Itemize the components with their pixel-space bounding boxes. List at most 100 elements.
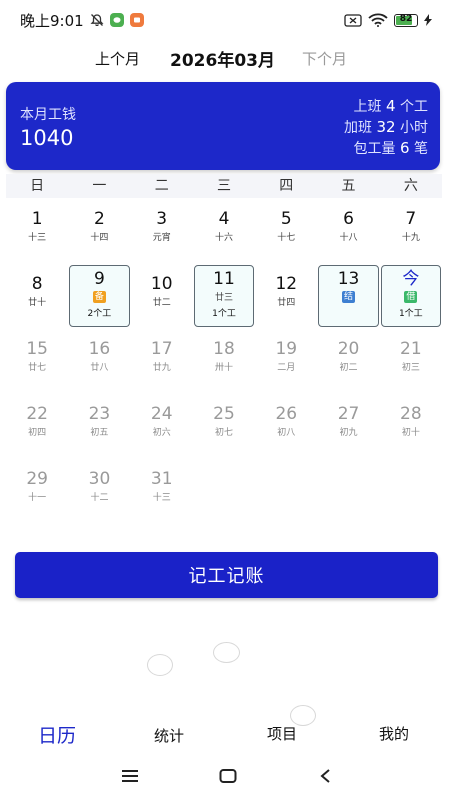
day-number: 9 [94,269,105,289]
back-icon[interactable] [318,768,332,788]
calendar-day[interactable]: 22 初四 [6,395,68,460]
work-count: 1个工 [212,309,236,319]
lunar-date: 十四 [90,233,109,243]
calendar-day[interactable]: 20 初二 [317,330,379,395]
calendar-day[interactable]: 4 十六 [193,200,255,265]
lunar-date: 初四 [28,428,47,438]
day-number: 16 [88,339,111,359]
lunar-date: 初五 [90,428,109,438]
calendar-day[interactable]: 23 初五 [68,395,130,460]
day-number: 7 [405,209,417,229]
tab-statistics[interactable]: 统计 [154,725,184,746]
work-count: 2个工 [87,309,112,319]
weekday-thu: 四 [279,178,294,194]
weekday-header: 日 一 二 三 四 五 六 [6,174,442,198]
calendar-day[interactable]: 26 初八 [255,395,317,460]
lunar-date: 十七 [277,233,296,243]
next-month-button[interactable]: 下个月 [302,48,347,69]
day-number: 3 [156,209,168,229]
lunar-date: 十六 [214,233,233,243]
calendar-day[interactable]: 18 卅十 [193,330,255,395]
home-icon[interactable] [219,768,237,788]
summary-stats: 上班 4 个工 加班 32 小时 包工量 6 笔 [344,96,428,159]
lunar-date: 十八 [339,233,358,243]
wage-label: 本月工钱 [20,107,76,123]
calendar-day[interactable]: 30 十二 [68,460,130,525]
calendar-day[interactable]: 7 十九 [380,200,442,265]
lunar-date: 卅十 [214,363,233,373]
weekday-fri: 五 [341,178,356,194]
weekday-wed: 三 [216,178,231,194]
weekday-sat: 六 [403,178,418,194]
day-number: 20 [337,339,360,359]
lunar-date: 初六 [152,428,171,438]
weekday-tue: 二 [154,178,169,194]
system-navigation [0,762,450,800]
bottom-navigation: 日历 统计 项目 我的 [0,715,450,755]
calendar-day[interactable]: 25 初七 [193,395,255,460]
calendar-day[interactable]: 10 廿二 [131,265,193,330]
calendar-week: 1 十三 2 十四 3 元宵 4 十六 5 十七 6 十八 7 十九 [6,200,442,265]
record-work-button[interactable]: 记工记账 [15,552,438,598]
calendar-day[interactable]: 5 十七 [255,200,317,265]
calendar-day[interactable]: 24 初六 [131,395,193,460]
calendar-day[interactable]: 8 廿十 [6,265,68,330]
prev-month-button[interactable]: 上个月 [95,48,140,69]
day-number: 1 [31,209,43,229]
lunar-date: 初八 [277,428,296,438]
calendar-day[interactable]: 28 初十 [380,395,442,460]
calendar-day[interactable]: 3 元宵 [131,200,193,265]
record-tag: 结 [342,291,356,303]
battery-icon: 82 [394,13,418,27]
calendar-day[interactable]: 31 十三 [131,460,193,525]
calendar-day-today[interactable]: 今借 1个工 [380,265,441,327]
calendar-day[interactable]: 2 十四 [68,200,130,265]
lunar-date: 元宵 [152,233,171,243]
calendar-grid: 1 十三 2 十四 3 元宵 4 十六 5 十七 6 十八 7 十九 8 廿十 9 备 2个工 10 廿二 11 廿三 1个工… [6,200,442,525]
tab-projects[interactable]: 项目 [267,723,297,744]
lunar-date: 初七 [214,428,233,438]
wechat-icon [109,13,124,27]
lunar-date: 廿七 [28,363,47,373]
calendar-day[interactable]: 21 初三 [380,330,442,395]
day-number: 6 [343,209,354,229]
day-number: 31 [150,469,173,489]
sim-off-icon [344,13,362,27]
calendar-day[interactable]: 17 廿九 [131,330,193,395]
status-right: 82 [344,13,432,27]
calendar-day[interactable]: 13 结 [318,265,379,327]
lunar-date: 初二 [339,363,358,373]
day-number: 2 [94,209,105,229]
calendar-day[interactable]: 27 初九 [317,395,379,460]
menu-icon[interactable] [121,768,139,788]
lunar-date: 十三 [28,233,47,243]
calendar-day[interactable]: 1 十三 [6,200,68,265]
calendar-day[interactable]: 16 廿八 [68,330,130,395]
calendar-week: 22 初四 23 初五 24 初六 25 初七 26 初八 27 初九 28 初十 [6,395,442,460]
tab-mine[interactable]: 我的 [379,723,409,744]
current-month[interactable]: 2026年03月 [170,46,275,71]
stat-contract: 包工量 6 笔 [353,139,428,157]
lunar-date: 初三 [401,363,420,373]
month-navigator: 上个月 2026年03月 下个月 [0,44,450,72]
work-count: 1个工 [398,309,423,319]
weekday-sun: 日 [30,178,45,194]
day-number: 17 [150,339,173,359]
calendar-day[interactable]: 6 十八 [317,200,379,265]
calendar-week: 15 廿七 16 廿八 17 廿九 18 卅十 19 二月 20 初二 21 初三 [6,330,442,395]
stat-overtime: 加班 32 小时 [344,118,428,136]
tab-calendar[interactable]: 日历 [38,721,76,748]
day-number: 18 [213,339,235,359]
decor-bubble [213,642,240,663]
decor-bubble [147,654,173,676]
calendar-day[interactable]: 15 廿七 [6,330,68,395]
lunar-date: 廿二 [152,298,171,308]
day-number: 10 [150,274,173,294]
calendar-day[interactable]: 9 备 2个工 [69,265,130,327]
calendar-day[interactable]: 11 廿三 1个工 [193,265,255,327]
calendar-day[interactable]: 19 二月 [255,330,317,395]
calendar-day[interactable]: 12 廿四 [255,265,317,330]
status-bar: 晚上9:01 82 [0,0,450,40]
calendar-day[interactable]: 29 十一 [6,460,68,525]
day-number: 21 [400,339,422,359]
